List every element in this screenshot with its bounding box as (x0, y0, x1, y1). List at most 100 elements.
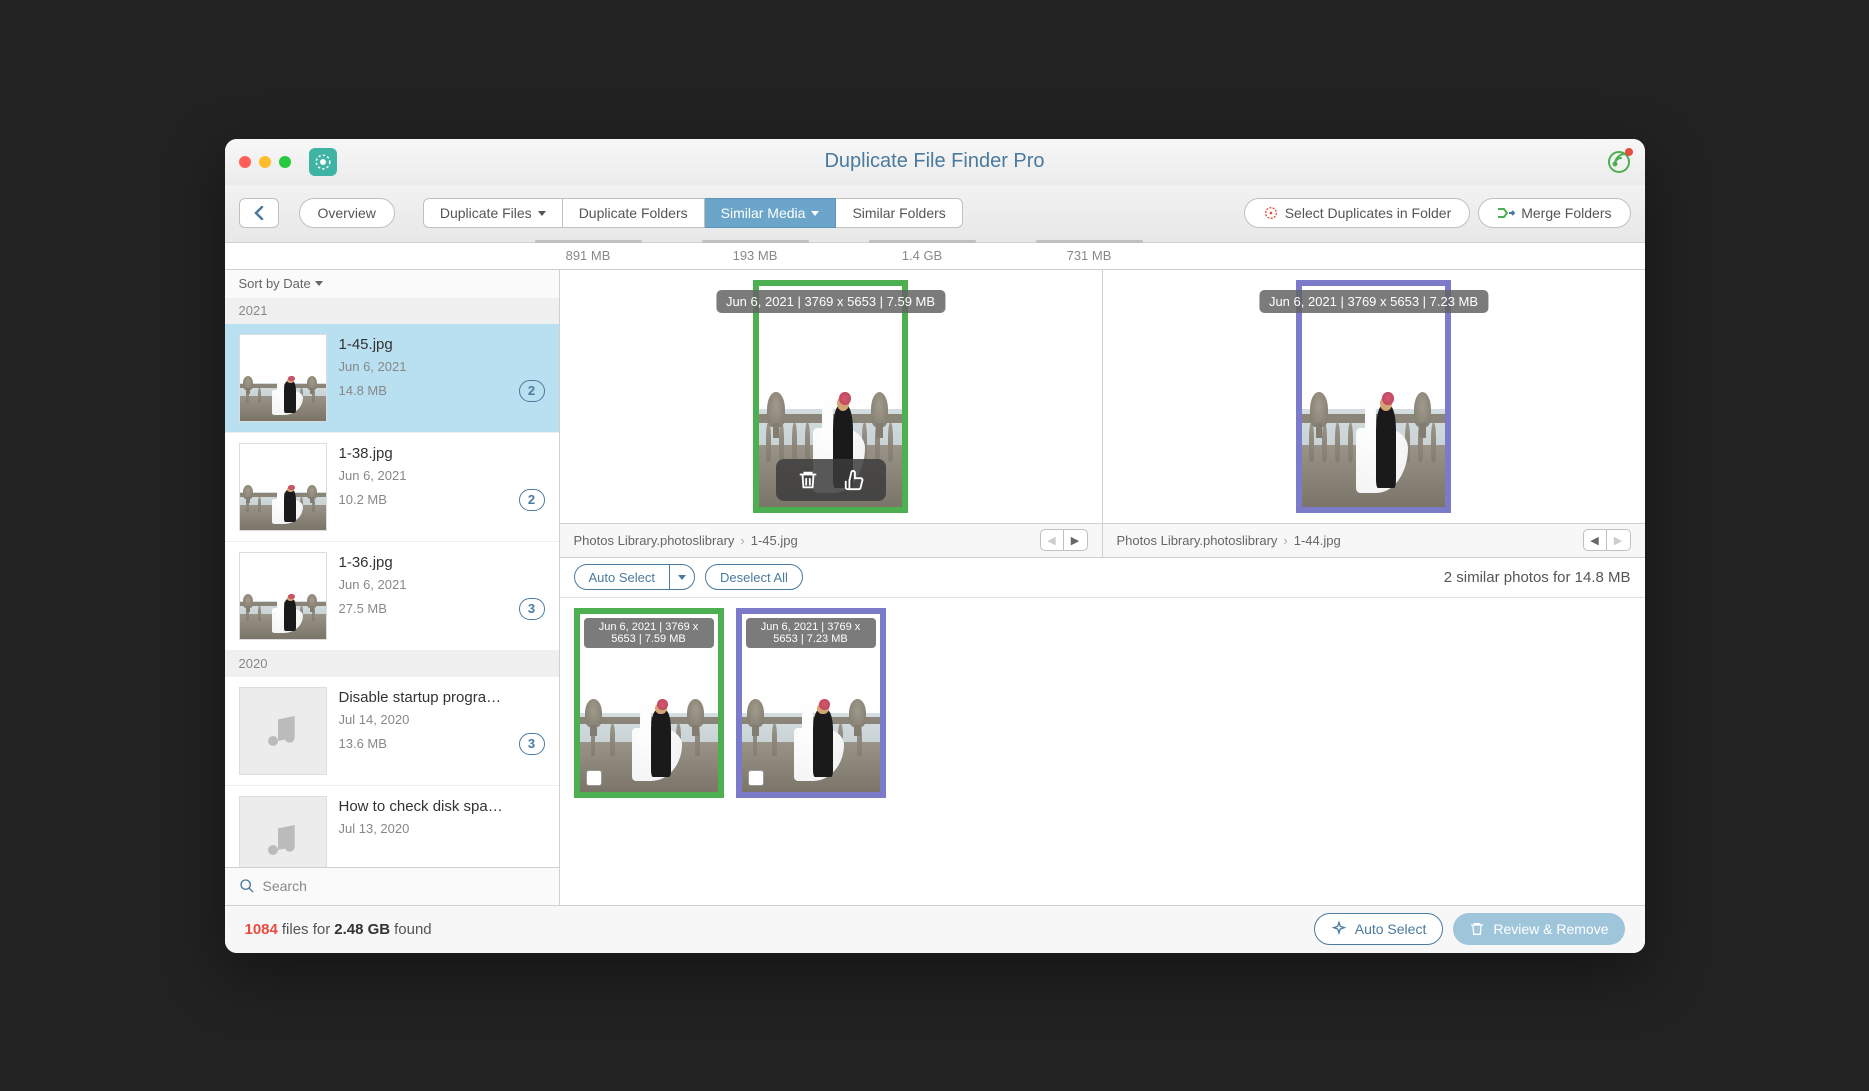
path-row-left: Photos Library.photoslibrary › 1-45.jpg … (560, 523, 1102, 557)
next-image-button[interactable]: ▶ (1607, 529, 1631, 551)
button-label: Merge Folders (1521, 205, 1611, 221)
list-item[interactable]: 1-45.jpg Jun 6, 2021 14.8 MB2 (225, 324, 559, 433)
path-library[interactable]: Photos Library.photoslibrary (1117, 533, 1278, 548)
close-window-button[interactable] (239, 156, 251, 168)
strip-meta-badge: Jun 6, 2021 | 3769 x 5653 | 7.59 MB (584, 618, 714, 648)
sidebar-list[interactable]: 2021 1-45.jpg Jun 6, 2021 14.8 MB2 1-38.… (225, 298, 559, 867)
merge-folders-button[interactable]: Merge Folders (1478, 198, 1630, 228)
auto-select-dropdown[interactable] (669, 564, 695, 590)
item-name: 1-36.jpg (339, 554, 545, 571)
main-area: Jun 6, 2021 | 3769 x 5653 | 7.59 MB (560, 270, 1645, 905)
preview-area: Jun 6, 2021 | 3769 x 5653 | 7.23 MB (1103, 270, 1645, 523)
trash-button[interactable] (786, 465, 830, 495)
count-badge: 2 (519, 380, 545, 402)
preview-image-right[interactable]: Jun 6, 2021 | 3769 x 5653 | 7.23 MB (1296, 280, 1451, 513)
photo-thumb (239, 334, 327, 422)
auto-select-split-button: Auto Select (574, 564, 696, 590)
tab-group: Duplicate Files Duplicate Folders Simila… (423, 198, 963, 228)
chevron-down-icon (811, 211, 819, 216)
item-info: 1-36.jpg Jun 6, 2021 27.5 MB3 (339, 552, 545, 640)
thumb-strip: Jun 6, 2021 | 3769 x 5653 | 7.59 MB Jun 6… (560, 597, 1645, 905)
preview-area: Jun 6, 2021 | 3769 x 5653 | 7.59 MB (560, 270, 1102, 523)
footer-count: 1084 (245, 921, 278, 938)
select-checkbox[interactable] (748, 770, 764, 786)
item-name: How to check disk spa… (339, 798, 545, 815)
preview-image-left[interactable]: Jun 6, 2021 | 3769 x 5653 | 7.59 MB (753, 280, 908, 513)
path-file[interactable]: 1-45.jpg (751, 533, 798, 548)
tab-duplicate-folders[interactable]: Duplicate Folders (563, 198, 705, 228)
similar-summary: 2 similar photos for 14.8 MB (1444, 569, 1631, 586)
item-size-row: 27.5 MB3 (339, 598, 545, 620)
photo-thumb (239, 552, 327, 640)
search-input[interactable]: Search (225, 867, 559, 905)
item-size-row: 10.2 MB2 (339, 489, 545, 511)
overview-button[interactable]: Overview (299, 198, 395, 228)
item-date: Jun 6, 2021 (339, 468, 545, 483)
next-image-button[interactable]: ▶ (1064, 529, 1088, 551)
chevron-down-icon (538, 211, 546, 216)
preview-pane-right: Jun 6, 2021 | 3769 x 5653 | 7.23 MB (1103, 270, 1645, 557)
footer-text: found (394, 921, 432, 938)
sort-label: Sort by Date (239, 276, 311, 291)
titlebar: Duplicate File Finder Pro (225, 139, 1645, 185)
app-window: Duplicate File Finder Pro Overview Dupli… (225, 139, 1645, 953)
footer-auto-select-button[interactable]: Auto Select (1314, 913, 1444, 945)
keep-button[interactable] (832, 465, 876, 495)
strip-thumb[interactable]: Jun 6, 2021 | 3769 x 5653 | 7.23 MB (736, 608, 886, 798)
minimize-window-button[interactable] (259, 156, 271, 168)
item-info: How to check disk spa… Jul 13, 2020 (339, 796, 545, 867)
count-badge: 3 (519, 598, 545, 620)
toolbar: Overview Duplicate Files Duplicate Folde… (225, 185, 1645, 243)
search-placeholder: Search (263, 878, 307, 894)
item-info: Disable startup progra… Jul 14, 2020 13.… (339, 687, 545, 775)
prev-image-button[interactable]: ◀ (1040, 529, 1064, 551)
tab-label: Similar Folders (852, 205, 945, 221)
tab-duplicate-files[interactable]: Duplicate Files (423, 198, 563, 228)
review-remove-button[interactable]: Review & Remove (1453, 913, 1624, 945)
tab-similar-media[interactable]: Similar Media (705, 198, 837, 228)
count-badge: 3 (519, 733, 545, 755)
path-row-right: Photos Library.photoslibrary › 1-44.jpg … (1103, 523, 1645, 557)
sort-dropdown[interactable]: Sort by Date (225, 270, 559, 298)
chevron-down-icon (678, 575, 686, 580)
audio-thumb-icon (239, 687, 327, 775)
tab-label: Duplicate Files (440, 205, 532, 221)
list-item[interactable]: 1-36.jpg Jun 6, 2021 27.5 MB3 (225, 542, 559, 651)
path-library[interactable]: Photos Library.photoslibrary (574, 533, 735, 548)
list-item[interactable]: 1-38.jpg Jun 6, 2021 10.2 MB2 (225, 433, 559, 542)
photo-thumb (239, 443, 327, 531)
control-row: Auto Select Deselect All 2 similar photo… (560, 557, 1645, 597)
tab-similar-folders[interactable]: Similar Folders (836, 198, 962, 228)
back-button[interactable] (239, 198, 279, 228)
prev-image-button[interactable]: ◀ (1583, 529, 1607, 551)
audio-thumb-icon (239, 796, 327, 867)
deselect-all-button[interactable]: Deselect All (705, 564, 803, 590)
item-name: 1-45.jpg (339, 336, 545, 353)
item-date: Jun 6, 2021 (339, 359, 545, 374)
select-duplicates-in-folder-button[interactable]: Select Duplicates in Folder (1244, 198, 1471, 228)
wedding-photo (1302, 286, 1445, 507)
list-item[interactable]: How to check disk spa… Jul 13, 2020 (225, 786, 559, 867)
auto-select-button[interactable]: Auto Select (574, 564, 670, 590)
traffic-lights (239, 156, 291, 168)
chevron-down-icon (315, 281, 323, 286)
item-name: Disable startup progra… (339, 689, 545, 706)
item-info: 1-38.jpg Jun 6, 2021 10.2 MB2 (339, 443, 545, 531)
tab-size-row: 891 MB 193 MB 1.4 GB 731 MB (225, 243, 1645, 269)
list-item[interactable]: Disable startup progra… Jul 14, 2020 13.… (225, 677, 559, 786)
button-label: Select Duplicates in Folder (1285, 205, 1452, 221)
item-info: 1-45.jpg Jun 6, 2021 14.8 MB2 (339, 334, 545, 422)
item-size-row: 14.8 MB2 (339, 380, 545, 402)
item-date: Jun 6, 2021 (339, 577, 545, 592)
tab-size: 731 MB (1006, 248, 1173, 263)
notifications-icon[interactable] (1607, 150, 1631, 174)
zoom-window-button[interactable] (279, 156, 291, 168)
button-label: Review & Remove (1493, 921, 1608, 937)
footer: 1084 files for 2.48 GB found Auto Select… (225, 905, 1645, 953)
path-file[interactable]: 1-44.jpg (1294, 533, 1341, 548)
select-checkbox[interactable] (586, 770, 602, 786)
footer-size: 2.48 GB (334, 921, 390, 938)
item-size-row: 13.6 MB3 (339, 733, 545, 755)
trash-icon (1469, 921, 1485, 937)
strip-thumb[interactable]: Jun 6, 2021 | 3769 x 5653 | 7.59 MB (574, 608, 724, 798)
